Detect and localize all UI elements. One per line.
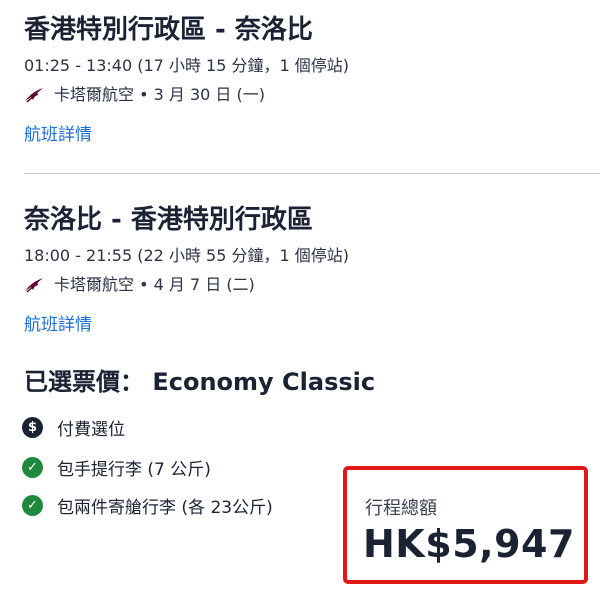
trip-total-label: 行程總額 <box>365 498 437 519</box>
outbound-times: 01:25 - 13:40 (17 小時 15 分鐘，1 個停站) <box>24 56 349 75</box>
inbound-airline-row: 卡塔爾航空 • 4 月 7 日 (二) <box>24 274 600 296</box>
outbound-airline-text: 卡塔爾航空 • 3 月 30 日 (一) <box>54 85 265 104</box>
outbound-flight-details-link[interactable]: 航班詳情 <box>24 124 92 146</box>
fare-feature-checked-bags: ✓ 包兩件寄艙行李 (各 23公斤) <box>22 493 273 518</box>
inbound-leg: 奈洛比 - 香港特別行政區 18:00 - 21:55 (22 小時 55 分鐘… <box>24 204 600 336</box>
trip-total-box: 行程總額 HK$5,947 <box>343 466 588 584</box>
inbound-flight-details-link[interactable]: 航班詳情 <box>24 314 92 336</box>
qatar-airways-logo-icon <box>25 278 43 293</box>
flight-summary-page: 香港特別行政區 - 奈洛比 01:25 - 13:40 (17 小時 15 分鐘… <box>0 0 600 600</box>
outbound-route-title: 香港特別行政區 - 奈洛比 <box>24 15 313 45</box>
inbound-times: 18:00 - 21:55 (22 小時 55 分鐘，1 個停站) <box>24 246 349 265</box>
inbound-airline-text: 卡塔爾航空 • 4 月 7 日 (二) <box>54 275 255 294</box>
outbound-airline-row: 卡塔爾航空 • 3 月 30 日 (一) <box>24 84 600 106</box>
fare-feature-label: 包手提行李 (7 公斤) <box>57 460 211 480</box>
fare-feature-label: 付費選位 <box>57 420 125 440</box>
fare-feature-label: 包兩件寄艙行李 (各 23公斤) <box>57 498 273 518</box>
check-icon: ✓ <box>22 457 43 478</box>
leg-divider <box>24 173 600 174</box>
selected-fare-heading: 已選票價： Economy Classic <box>24 368 376 396</box>
trip-total-amount: HK$5,947 <box>363 522 575 566</box>
check-icon: ✓ <box>22 495 43 516</box>
outbound-leg: 香港特別行政區 - 奈洛比 01:25 - 13:40 (17 小時 15 分鐘… <box>24 14 600 146</box>
fare-feature-seat-selection: $ 付費選位 <box>22 415 125 440</box>
dollar-icon: $ <box>22 417 43 438</box>
inbound-route-title: 奈洛比 - 香港特別行政區 <box>24 205 313 235</box>
fare-feature-carry-on: ✓ 包手提行李 (7 公斤) <box>22 455 211 480</box>
qatar-airways-logo-icon <box>25 88 43 103</box>
